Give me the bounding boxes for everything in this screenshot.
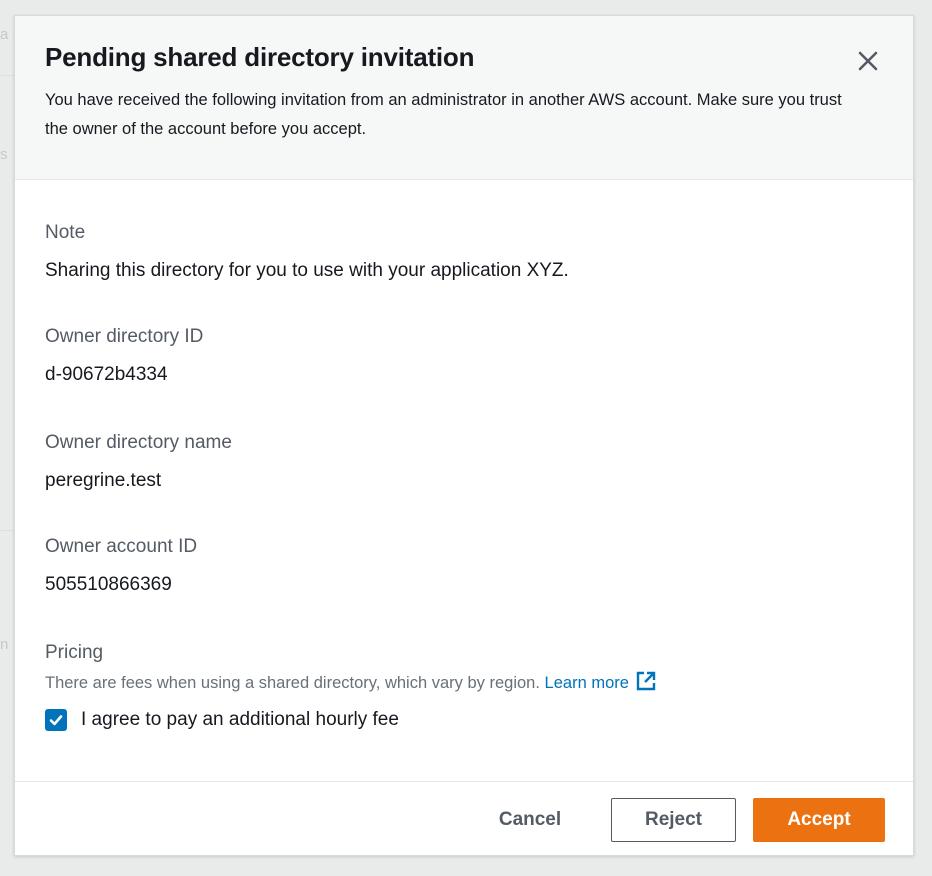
pricing-label: Pricing [45, 642, 104, 663]
modal-footer: Cancel Reject Accept [15, 781, 913, 855]
accept-button[interactable]: Accept [753, 798, 885, 842]
note-value: Sharing this directory for you to use wi… [45, 260, 569, 281]
owner-directory-id-value: d-90672b4334 [45, 364, 168, 385]
modal-description: You have received the following invitati… [45, 91, 842, 138]
owner-account-id-label: Owner account ID [45, 536, 198, 557]
note-label: Note [45, 222, 86, 243]
background-text-fragment: a [0, 26, 9, 43]
owner-directory-name-value: peregrine.test [45, 470, 162, 491]
invitation-modal: Pending shared directory invitation You … [14, 15, 914, 856]
cancel-button[interactable]: Cancel [475, 798, 585, 842]
checkmark-icon [49, 715, 63, 726]
pricing-description: There are fees when using a shared direc… [45, 670, 657, 693]
fee-agreement-checkbox[interactable] [45, 709, 67, 731]
learn-more-link[interactable]: Learn more [544, 671, 657, 692]
close-button[interactable] [853, 46, 883, 76]
modal-header: Pending shared directory invitation You … [15, 16, 913, 180]
background-divider [0, 530, 14, 531]
modal-title: Pending shared directory invitation [45, 42, 475, 72]
owner-account-id-value: 505510866369 [45, 574, 172, 595]
external-link-icon [636, 671, 656, 691]
fee-agreement-row: I agree to pay an additional hourly fee [45, 709, 399, 731]
background-text-fragment: s [0, 146, 8, 163]
owner-directory-name-label: Owner directory name [45, 432, 232, 453]
owner-directory-id-label: Owner directory ID [45, 326, 204, 347]
learn-more-label: Learn more [544, 674, 629, 692]
close-icon [858, 51, 878, 71]
fee-agreement-label[interactable]: I agree to pay an additional hourly fee [81, 709, 399, 731]
reject-button[interactable]: Reject [611, 798, 736, 842]
pricing-description-text: There are fees when using a shared direc… [45, 674, 540, 692]
background-text-fragment: n [0, 636, 9, 653]
background-divider [0, 75, 14, 76]
